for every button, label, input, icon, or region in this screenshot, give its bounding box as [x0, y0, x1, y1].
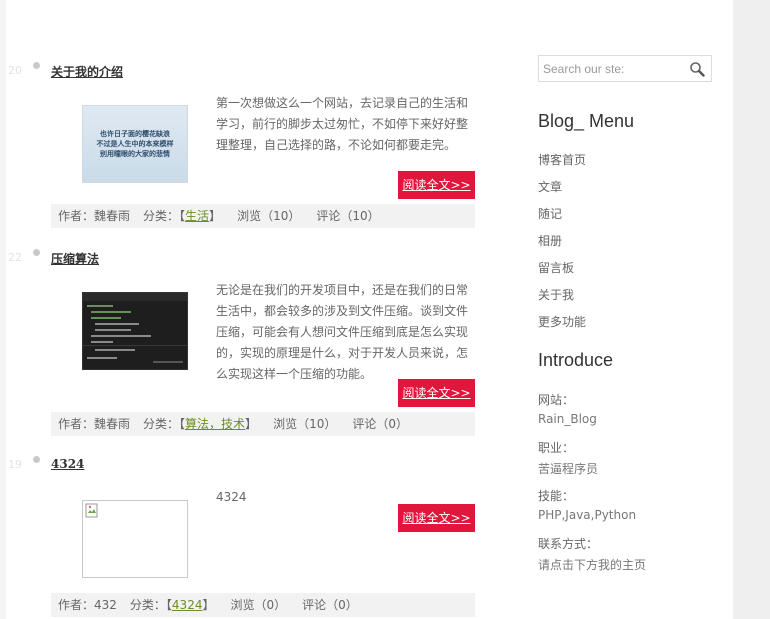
introduce-heading: Introduce	[538, 350, 614, 370]
intro-value-job: 苦逼程序员	[538, 462, 599, 476]
post-author: 作者：魏春雨	[58, 417, 131, 431]
search-box	[538, 55, 712, 82]
post-category: 分类：【算法，技术】	[143, 417, 258, 431]
page-right-gutter	[733, 0, 770, 619]
intro-label-job: 职业：	[538, 441, 575, 455]
post-excerpt: 第一次想做这么一个网站，去记录自己的生活和学习，前行的脚步太过匆忙，不如停下来好…	[216, 96, 469, 152]
post-meta: 作者：432 分类：【4324】 浏览（0） 评论（0）	[51, 593, 475, 617]
menu-item-guestbook[interactable]: 留言板	[538, 259, 574, 276]
thumbnail-text-line: 别用瞳眼的大家的悲情	[100, 149, 170, 158]
read-more-button[interactable]: 阅读全文>>	[398, 379, 475, 407]
post-category: 分类：【4324】	[129, 598, 215, 612]
post-comments: 评论（0）	[302, 598, 358, 612]
search-icon[interactable]	[689, 61, 705, 77]
post-views: 浏览（10）	[237, 209, 301, 223]
intro-value-skills: PHP,Java,Python	[538, 508, 637, 522]
intro-label-skills: 技能：	[538, 489, 575, 503]
post-views: 浏览（10）	[273, 417, 337, 431]
intro-value-contact[interactable]: 请点击下方我的主页	[538, 556, 646, 573]
post-thumbnail[interactable]: 也许日子面的樱花缺浪 不过是人生中的本来模样 别用瞳眼的大家的悲情	[82, 105, 188, 183]
menu-item-album[interactable]: 相册	[538, 232, 562, 249]
menu-item-about[interactable]: 关于我	[538, 286, 574, 303]
post-author: 作者：432	[58, 598, 117, 612]
post-bullet	[33, 456, 40, 463]
post-comments: 评论（0）	[352, 417, 408, 431]
post-title[interactable]: 压缩算法	[51, 250, 99, 267]
intro-label-contact: 联系方式：	[538, 537, 599, 551]
search-input[interactable]	[539, 56, 683, 81]
post-title[interactable]: 4324	[51, 457, 84, 471]
code-screenshot-icon	[83, 293, 187, 363]
menu-heading: Blog_ Menu	[538, 111, 635, 131]
read-more-button[interactable]: 阅读全文>>	[398, 504, 475, 532]
post-author: 作者：魏春雨	[58, 209, 131, 223]
post-title[interactable]: 关于我的介绍	[51, 63, 123, 80]
category-link[interactable]: 生活	[185, 209, 209, 223]
menu-item-articles[interactable]: 文章	[538, 178, 562, 195]
category-link[interactable]: 算法，技术	[185, 417, 245, 431]
post-category: 分类：【生活】	[143, 209, 222, 223]
menu-item-notes[interactable]: 随记	[538, 205, 562, 222]
post-day: 22	[8, 251, 22, 264]
post-meta: 作者：魏春雨 分类：【生活】 浏览（10） 评论（10）	[51, 204, 475, 228]
thumbnail-text-line: 不过是人生中的本来模样	[96, 139, 174, 148]
intro-value-site: Rain_Blog	[538, 412, 597, 426]
post-thumbnail[interactable]	[82, 292, 188, 370]
post-day: 20	[8, 64, 22, 77]
broken-image-icon	[85, 503, 98, 518]
post-meta: 作者：魏春雨 分类：【算法，技术】 浏览（10） 评论（0）	[51, 412, 475, 436]
read-more-button[interactable]: 阅读全文>>	[398, 171, 475, 199]
category-link[interactable]: 4324	[172, 598, 203, 612]
post-bullet	[33, 62, 40, 69]
menu-item-more[interactable]: 更多功能	[538, 313, 586, 330]
post-day: 19	[8, 458, 22, 471]
post-bullet	[33, 249, 40, 256]
post-comments: 评论（10）	[316, 209, 380, 223]
thumbnail-text-line: 也许日子面的樱花缺浪	[100, 129, 170, 138]
post-thumbnail-broken[interactable]	[82, 500, 188, 578]
menu-item-home[interactable]: 博客首页	[538, 151, 586, 168]
post-excerpt: 无论是在我们的开发项目中，还是在我们的日常生活中，都会较多的涉及到文件压缩。谈到…	[216, 283, 469, 381]
page: 20 关于我的介绍 也许日子面的樱花缺浪 不过是人生中的本来模样 别用瞳眼的大家…	[6, 0, 733, 619]
post-views: 浏览（0）	[230, 598, 287, 612]
intro-label-site: 网站：	[538, 393, 575, 407]
